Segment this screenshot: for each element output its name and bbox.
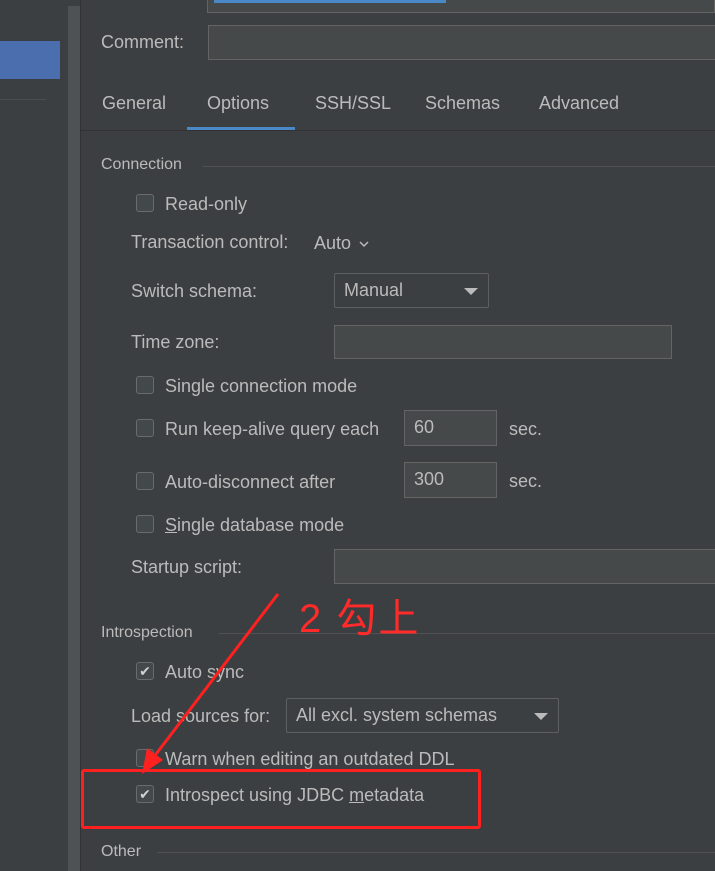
keep-alive-seconds-input[interactable]: 60 [404, 410, 497, 446]
comment-input[interactable] [208, 25, 715, 60]
single-database-checkbox[interactable] [136, 515, 154, 533]
auto-disconnect-unit: sec. [509, 471, 543, 491]
startup-script-label: Startup script: [131, 557, 243, 577]
single-connection-label: Single connection mode [165, 376, 358, 396]
annotation-arrow-icon [142, 593, 280, 774]
section-divider [219, 633, 715, 634]
tab-options[interactable]: Options [207, 93, 269, 117]
auto-disconnect-checkbox[interactable] [136, 472, 154, 490]
transaction-control-value[interactable]: Auto [314, 233, 370, 254]
single-connection-checkbox[interactable] [136, 376, 154, 394]
section-divider [203, 166, 715, 167]
keep-alive-unit: sec. [509, 419, 543, 439]
time-zone-label: Time zone: [131, 332, 220, 352]
switch-schema-label: Switch schema: [131, 281, 258, 301]
comment-label: Comment: [101, 32, 185, 52]
section-divider [157, 852, 715, 853]
tab-general[interactable]: General [102, 93, 166, 117]
single-database-mnemonic: S [165, 515, 178, 535]
startup-script-input[interactable] [334, 549, 715, 584]
keep-alive-label: Run keep-alive query each [165, 419, 380, 439]
read-only-label: Read-only [165, 194, 248, 214]
annotation-text: 2 勾上 [299, 597, 421, 641]
switch-schema-selected: Manual [344, 280, 404, 300]
auto-disconnect-seconds-input[interactable]: 300 [404, 462, 497, 498]
section-other-title: Other [101, 843, 142, 860]
single-database-label: Single database mode [165, 515, 344, 536]
time-zone-input[interactable] [334, 325, 672, 359]
load-sources-selected: All excl. system schemas [296, 705, 498, 725]
dropdown-caret-icon [464, 288, 478, 295]
name-field-selection [214, 0, 446, 3]
tab-advanced[interactable]: Advanced [539, 93, 619, 117]
section-connection-title: Connection [101, 156, 182, 173]
sidebar-divider [0, 99, 46, 100]
keep-alive-checkbox[interactable] [136, 419, 154, 437]
read-only-checkbox[interactable] [136, 194, 154, 212]
tabs-divider [81, 130, 715, 131]
tab-ssh-ssl[interactable]: SSH/SSL [315, 93, 391, 117]
sidebar-selected-item[interactable] [0, 41, 60, 79]
transaction-control-selected: Auto [314, 233, 352, 253]
single-database-label-text: ingle database mode [177, 515, 345, 535]
chevron-down-icon [359, 241, 369, 248]
sidebar [0, 0, 68, 871]
transaction-control-label: Transaction control: [131, 232, 289, 252]
load-sources-dropdown[interactable]: All excl. system schemas [286, 698, 559, 733]
sidebar-scrollbar[interactable] [68, 6, 80, 871]
dropdown-caret-icon [534, 713, 548, 720]
auto-disconnect-label: Auto-disconnect after [165, 472, 336, 492]
tab-schemas[interactable]: Schemas [425, 93, 500, 117]
switch-schema-dropdown[interactable]: Manual [334, 273, 489, 308]
